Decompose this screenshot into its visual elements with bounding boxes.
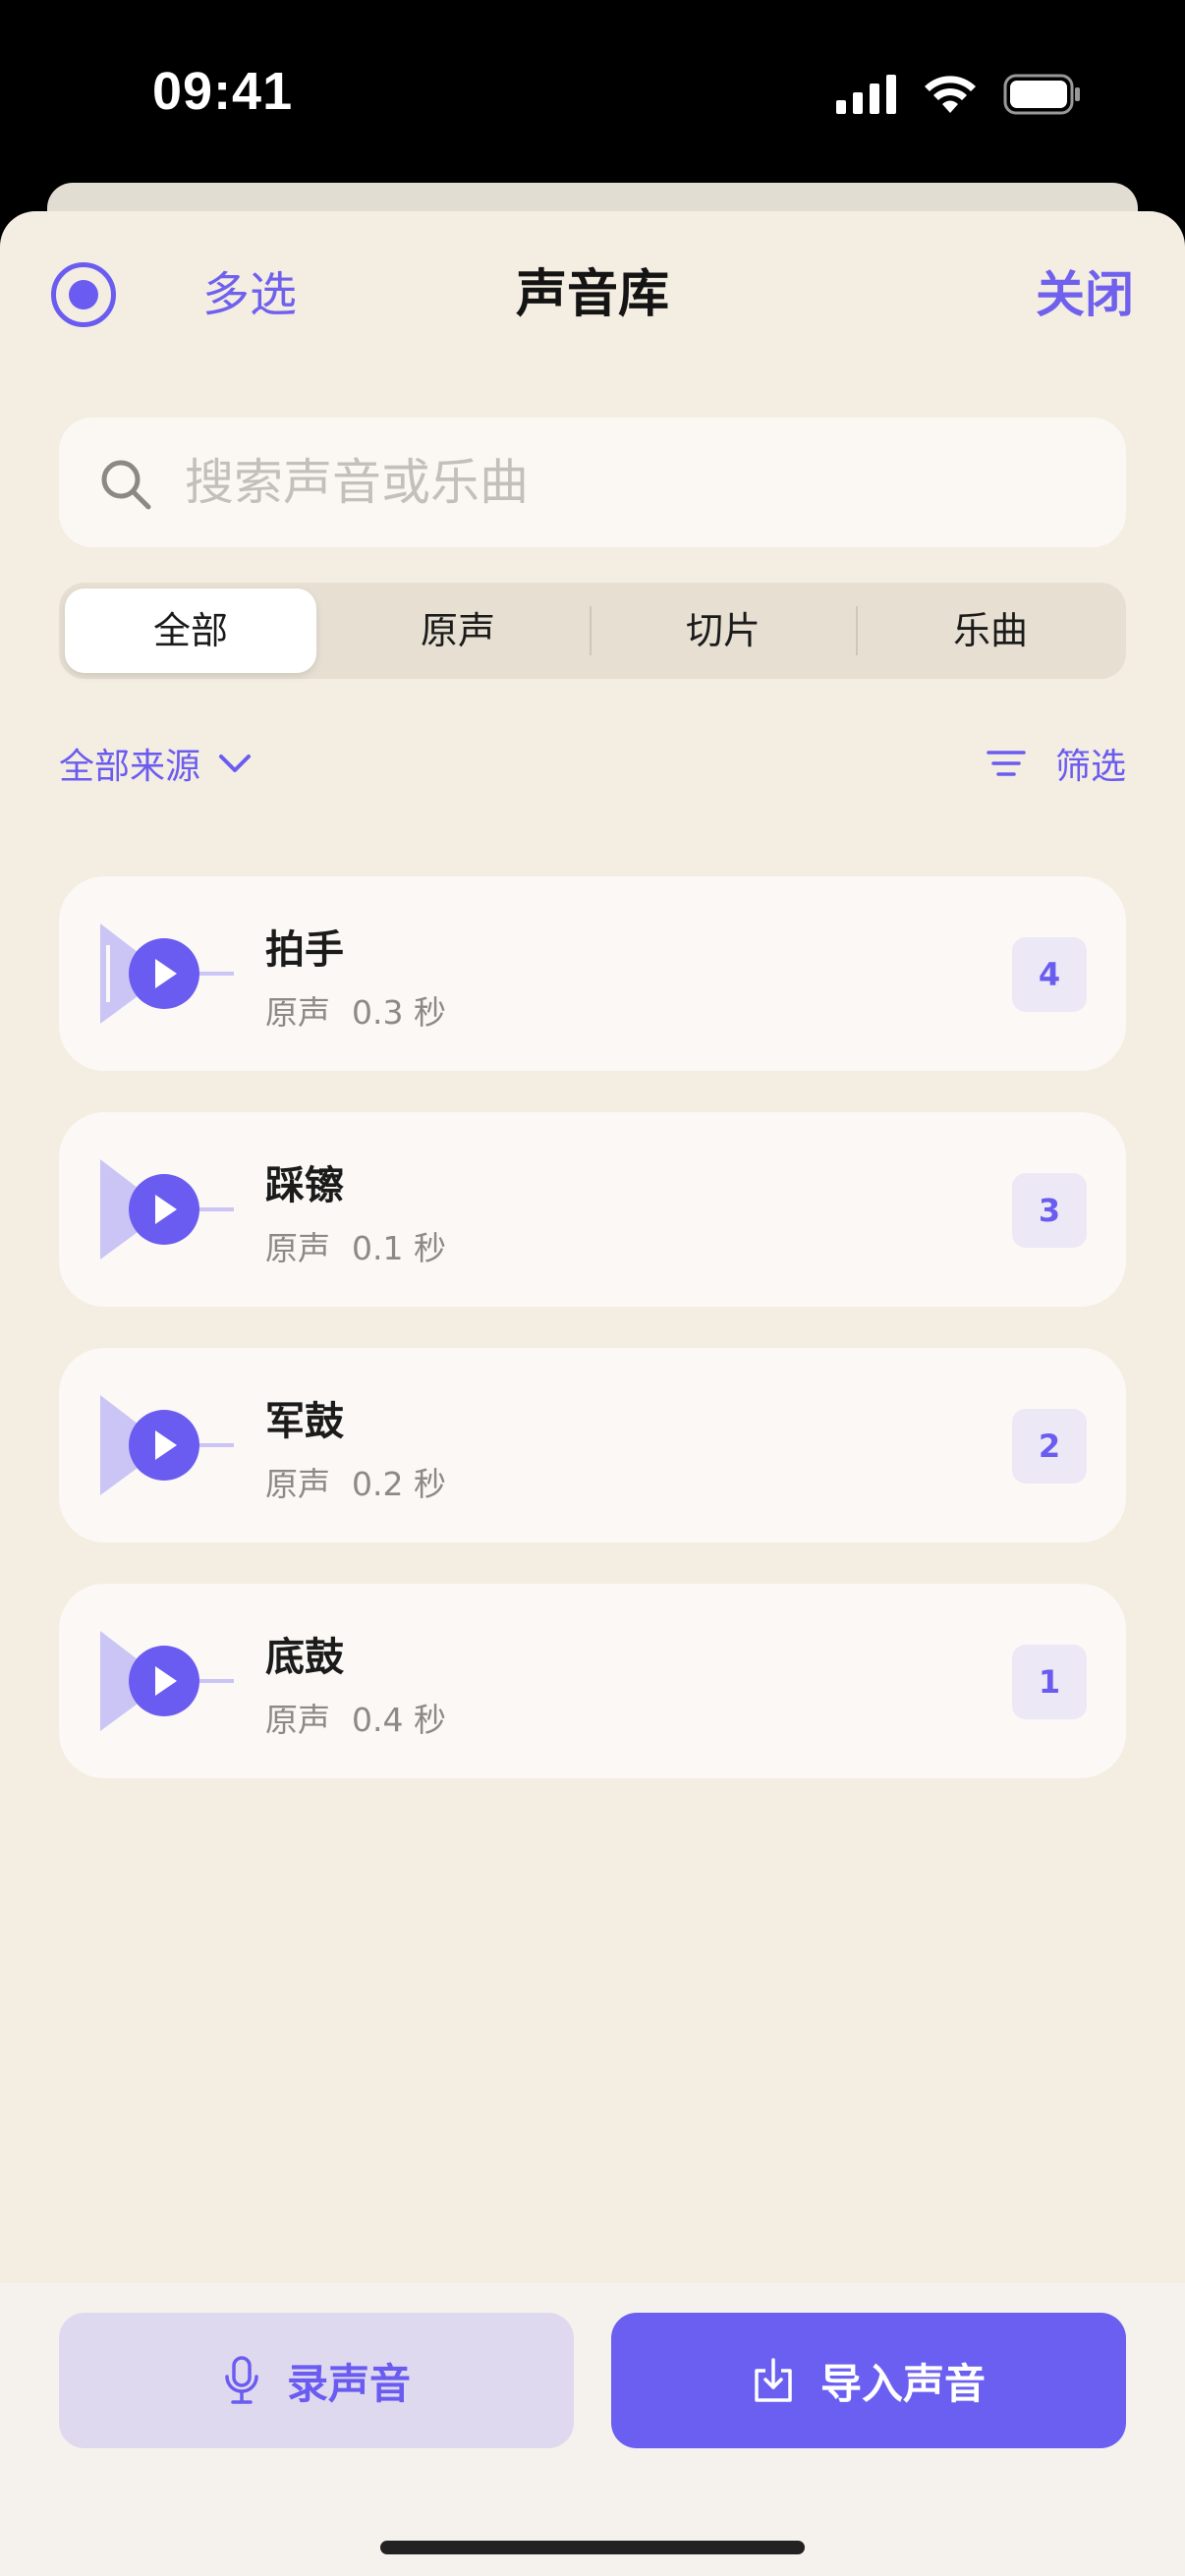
sound-card[interactable]: 拍手 原声 0.3 秒 4 xyxy=(59,876,1126,1071)
cellular-signal-icon xyxy=(836,75,896,114)
tab-slice[interactable]: 切片 xyxy=(597,588,849,673)
sheet-header: 多选 声音库 关闭 xyxy=(0,211,1185,378)
count-badge: 4 xyxy=(1012,937,1087,1012)
bottom-action-bar: 录声音 导入声音 xyxy=(0,2283,1185,2576)
sound-card[interactable]: 军鼓 原声 0.2 秒 2 xyxy=(59,1348,1126,1542)
wifi-icon xyxy=(925,76,976,113)
count-badge: 1 xyxy=(1012,1645,1087,1719)
battery-icon xyxy=(1003,74,1080,115)
search-icon xyxy=(101,460,151,510)
sound-meta: 原声 0.2 秒 xyxy=(265,1458,446,1505)
filter-button[interactable]: 筛选 xyxy=(987,734,1126,793)
sound-type: 原声 xyxy=(265,1229,330,1267)
count-badge: 3 xyxy=(1012,1173,1087,1248)
sound-type: 原声 xyxy=(265,1465,330,1503)
sound-card[interactable]: 底鼓 原声 0.4 秒 1 xyxy=(59,1584,1126,1778)
sound-type: 原声 xyxy=(265,1701,330,1739)
sound-duration: 0.1 秒 xyxy=(352,1229,446,1267)
sound-meta: 原声 0.1 秒 xyxy=(265,1222,446,1269)
search-placeholder: 搜索声音或乐曲 xyxy=(185,454,529,511)
count-badge: 2 xyxy=(1012,1409,1087,1484)
sound-duration: 0.4 秒 xyxy=(352,1701,446,1739)
sound-meta: 原声 0.4 秒 xyxy=(265,1694,446,1741)
category-segmented-control: 全部 原声 切片 乐曲 xyxy=(59,583,1126,679)
sound-play-icon[interactable] xyxy=(98,916,236,1032)
sound-duration: 0.3 秒 xyxy=(352,993,446,1032)
sound-card[interactable]: 踩镲 原声 0.1 秒 3 xyxy=(59,1112,1126,1307)
filter-label: 筛选 xyxy=(1054,747,1126,787)
tab-all[interactable]: 全部 xyxy=(65,588,316,673)
chevron-down-icon xyxy=(219,755,252,772)
status-icons xyxy=(834,71,1082,118)
microphone-icon xyxy=(225,2356,258,2404)
sound-name: 底鼓 xyxy=(265,1635,344,1680)
sound-play-icon[interactable] xyxy=(98,1387,236,1503)
source-filter-dropdown[interactable]: 全部来源 xyxy=(59,734,252,793)
sound-name: 军鼓 xyxy=(265,1399,344,1444)
home-indicator[interactable] xyxy=(380,2541,805,2554)
import-sound-label: 导入声音 xyxy=(819,2359,986,2408)
sound-type: 原声 xyxy=(265,993,330,1032)
import-icon xyxy=(755,2358,792,2402)
search-input[interactable]: 搜索声音或乐曲 xyxy=(59,418,1126,547)
tab-original[interactable]: 原声 xyxy=(332,588,584,673)
filter-lines-icon xyxy=(987,751,1026,776)
record-sound-label: 录声音 xyxy=(286,2359,411,2408)
segment-divider xyxy=(856,606,858,655)
sound-play-icon[interactable] xyxy=(98,1623,236,1739)
status-time: 09:41 xyxy=(152,62,294,121)
sound-name: 拍手 xyxy=(265,927,344,973)
record-sound-button[interactable]: 录声音 xyxy=(59,2313,574,2448)
page-title: 声音库 xyxy=(515,265,669,324)
segment-divider xyxy=(590,606,592,655)
source-filter-label: 全部来源 xyxy=(59,747,201,787)
close-button[interactable]: 关闭 xyxy=(1036,262,1134,327)
sound-name: 踩镲 xyxy=(265,1163,344,1208)
import-sound-button[interactable]: 导入声音 xyxy=(611,2313,1126,2448)
sound-library-sheet: 多选 声音库 关闭 搜索声音或乐曲 全部 原声 切片 乐曲 全部来源 筛选 拍手… xyxy=(0,211,1185,2576)
tab-music[interactable]: 乐曲 xyxy=(865,588,1116,673)
status-bar: 09:41 xyxy=(0,0,1185,187)
sound-duration: 0.2 秒 xyxy=(352,1465,446,1503)
sound-meta: 原声 0.3 秒 xyxy=(265,986,446,1034)
sound-play-icon[interactable] xyxy=(98,1151,236,1267)
